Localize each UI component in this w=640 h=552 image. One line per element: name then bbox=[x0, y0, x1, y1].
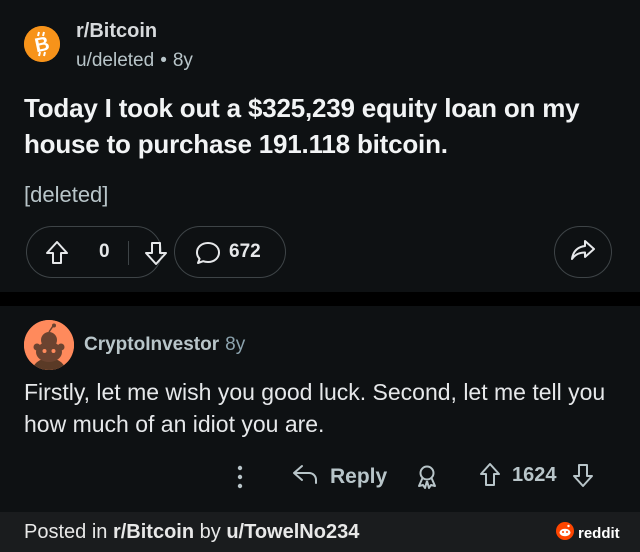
post-score: 0 bbox=[99, 241, 110, 262]
comment-card: CryptoInvestor 8y Firstly, let me wish yo… bbox=[0, 306, 640, 512]
posted-prefix: Posted in bbox=[24, 521, 113, 543]
reply-button[interactable]: Reply bbox=[292, 462, 387, 491]
avatar[interactable] bbox=[24, 320, 74, 370]
post-age: 8y bbox=[172, 50, 193, 71]
comment-text: Firstly, let me wish you good luck. Seco… bbox=[24, 379, 606, 437]
share-arrow-icon bbox=[570, 238, 596, 267]
comment-score: 1624 bbox=[512, 464, 557, 486]
comment-upvote-arrow-icon[interactable] bbox=[479, 462, 501, 493]
downvote-arrow-icon[interactable] bbox=[144, 240, 168, 271]
more-options-icon[interactable] bbox=[234, 464, 246, 495]
comment-meta: CryptoInvestor 8y bbox=[84, 334, 245, 356]
comment-bubble-icon bbox=[195, 241, 221, 270]
footer-subreddit[interactable]: r/Bitcoin bbox=[113, 521, 194, 543]
post-title[interactable]: Today I took out a $325,239 equity loan … bbox=[24, 90, 624, 162]
comment-downvote-arrow-icon[interactable] bbox=[572, 462, 594, 493]
comment-age: 8y bbox=[225, 334, 246, 355]
footer-user[interactable]: u/TowelNo234 bbox=[226, 521, 359, 543]
post-card: B r/Bitcoin u/deleted • 8y Today I took ou… bbox=[0, 0, 640, 292]
reddit-wordmark: reddit bbox=[578, 525, 620, 542]
upvote-arrow-icon[interactable] bbox=[45, 240, 69, 271]
post-author[interactable]: u/deleted bbox=[76, 50, 154, 71]
share-button[interactable] bbox=[554, 226, 612, 278]
reply-arrow-icon bbox=[292, 462, 318, 491]
posted-in-text: Posted in r/Bitcoin by u/TowelNo234 bbox=[24, 521, 359, 544]
post-body: [deleted] bbox=[24, 182, 109, 207]
reddit-brand: reddit bbox=[556, 522, 620, 545]
subreddit-name[interactable]: r/Bitcoin bbox=[76, 20, 157, 43]
reddit-logo-icon bbox=[556, 522, 574, 545]
comment-author[interactable]: CryptoInvestor bbox=[84, 334, 219, 355]
vote-divider bbox=[128, 241, 129, 265]
meta-separator: • bbox=[160, 50, 167, 71]
posted-by: by bbox=[194, 521, 227, 543]
card-gap bbox=[0, 292, 640, 306]
comment-count: 672 bbox=[229, 241, 261, 262]
bitcoin-logo-icon[interactable]: B bbox=[24, 26, 60, 62]
footer-bar: Posted in r/Bitcoin by u/TowelNo234 redd… bbox=[0, 512, 640, 552]
vote-bar: 0 bbox=[26, 226, 167, 278]
award-icon[interactable] bbox=[414, 464, 440, 495]
reply-label: Reply bbox=[330, 464, 388, 488]
comments-button[interactable]: 672 bbox=[174, 226, 286, 278]
post-meta: u/deleted • 8y bbox=[76, 50, 193, 72]
